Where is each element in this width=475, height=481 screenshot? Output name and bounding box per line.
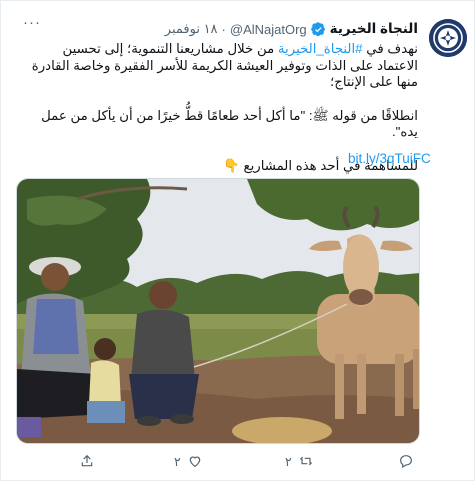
tweet-photo[interactable] [16, 178, 420, 444]
like-button[interactable]: ٢ [174, 453, 203, 469]
tweet-header: النجاة الخيرية @AlNajatOrg · ١٨ نوفمبر [165, 20, 418, 38]
share-icon [81, 454, 93, 467]
tweet-paragraph-2: انطلاقًا من قوله ﷺ: "ما أكل أحد طعامًا ق… [41, 107, 418, 140]
reply-button[interactable] [398, 453, 420, 469]
tweet-paragraph-1: نهدف في #النجاة_الخيرية من خلال مشاريعنا… [18, 41, 418, 91]
retweet-icon [299, 456, 312, 466]
verified-badge-icon [310, 21, 325, 36]
share-button[interactable] [79, 453, 101, 469]
retweet-button[interactable]: ٢ [285, 453, 314, 469]
more-options-icon[interactable]: ··· [23, 14, 41, 31]
tweet-link[interactable]: bit.ly/3qTuiFC [348, 151, 431, 166]
photo-image [17, 179, 419, 443]
account-handle[interactable]: @AlNajatOrg [230, 22, 307, 37]
separator-dot: · [221, 21, 226, 37]
najat-logo-icon [429, 19, 467, 57]
hashtag-link[interactable]: #النجاة_الخيرية [278, 41, 363, 56]
tweet-actions: ٢ ٢ [1, 453, 475, 477]
account-name[interactable]: النجاة الخيرية [330, 21, 418, 37]
text-segment: نهدف في [362, 41, 418, 56]
tweet-date[interactable]: ١٨ نوفمبر [165, 21, 218, 37]
avatar[interactable] [429, 19, 467, 57]
like-count: ٢ [174, 454, 181, 469]
reply-icon [400, 455, 412, 469]
heart-icon [189, 456, 200, 468]
tweet-card[interactable]: ··· النجاة الخيرية @AlNajatOrg · ١٨ نوفم… [0, 0, 475, 481]
retweet-count: ٢ [285, 454, 292, 469]
